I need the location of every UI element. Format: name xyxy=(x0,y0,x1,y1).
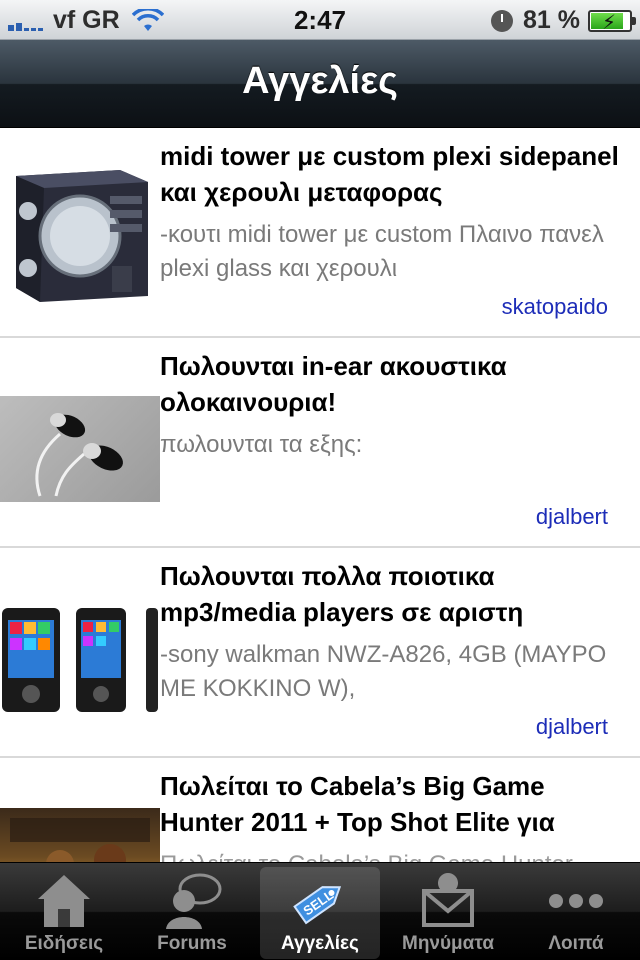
tab-label: Μηνύματα xyxy=(402,933,494,954)
tab-more[interactable]: Λοιπά xyxy=(516,867,636,959)
battery-icon: ⚡ xyxy=(588,9,636,34)
listing-description: -κουτι midi tower με custom Πλαινο πανελ… xyxy=(160,221,604,282)
list-item[interactable]: Πωλείται το Cabela’s Big Game Hunter 201… xyxy=(0,758,640,862)
status-bar: vf GR 2:47 81 % ⚡ xyxy=(0,0,640,40)
listings-list[interactable]: midi tower με custom plexi sidepanel και… xyxy=(0,128,640,862)
listing-title[interactable]: Πωλουνται πολλα ποιοτικα mp3/media playe… xyxy=(160,558,630,630)
list-item[interactable]: midi tower με custom plexi sidepanel και… xyxy=(0,128,640,338)
alarm-clock-icon xyxy=(491,9,514,32)
status-right: 81 % ⚡ xyxy=(491,6,636,35)
sell-tag-icon: SELL xyxy=(293,886,342,925)
tab-news[interactable]: Ειδήσεις xyxy=(4,867,124,959)
tab-bar: Ειδήσεις Forums SELL Αγγελίες Μηνύματα Λ… xyxy=(0,862,640,960)
navigation-bar: Αγγελίες xyxy=(0,40,640,128)
listing-description: Πωλείται το Cabela’s Big Game Hunter xyxy=(160,848,630,862)
tab-forums[interactable]: Forums xyxy=(132,867,252,959)
listing-description: πωλουνται τα εξης: xyxy=(160,431,363,458)
pc-case-thumbnail xyxy=(0,156,160,306)
tab-label: Forums xyxy=(157,933,227,954)
tab-label: Αγγελίες xyxy=(281,933,359,954)
mp3-players-thumbnail xyxy=(0,604,160,716)
chat-user-icon xyxy=(166,873,222,929)
tab-label: Λοιπά xyxy=(548,933,604,954)
list-item[interactable]: Πωλουνται πολλα ποιοτικα mp3/media playe… xyxy=(0,548,640,758)
game-cover-thumbnail xyxy=(0,808,160,862)
tab-classifieds[interactable]: SELL Αγγελίες xyxy=(260,867,380,959)
listing-title[interactable]: Πωλουνται in-ear ακουστικα ολοκαινουρια! xyxy=(160,348,630,420)
listing-title[interactable]: midi tower με custom plexi sidepanel και… xyxy=(160,138,630,210)
listing-author-link[interactable]: djalbert xyxy=(536,714,608,740)
tab-messages[interactable]: Μηνύματα xyxy=(388,867,508,959)
earphones-thumbnail xyxy=(0,396,160,502)
house-icon xyxy=(38,875,90,927)
page-title: Αγγελίες xyxy=(242,60,398,102)
listing-author-link[interactable]: djalbert xyxy=(536,504,608,530)
battery-percentage: 81 % xyxy=(523,6,580,34)
envelope-icon xyxy=(422,873,474,927)
list-item[interactable]: Πωλουνται in-ear ακουστικα ολοκαινουρια!… xyxy=(0,338,640,548)
more-dots-icon xyxy=(549,894,603,908)
tab-label: Ειδήσεις xyxy=(24,933,104,954)
listing-description: -sony walkman NWZ-A826, 4GB (ΜΑΥΡΟ ΜΕ ΚΟ… xyxy=(160,641,607,702)
listing-title[interactable]: Πωλείται το Cabela’s Big Game Hunter 201… xyxy=(160,768,630,840)
listing-author-link[interactable]: skatopaido xyxy=(502,294,608,320)
